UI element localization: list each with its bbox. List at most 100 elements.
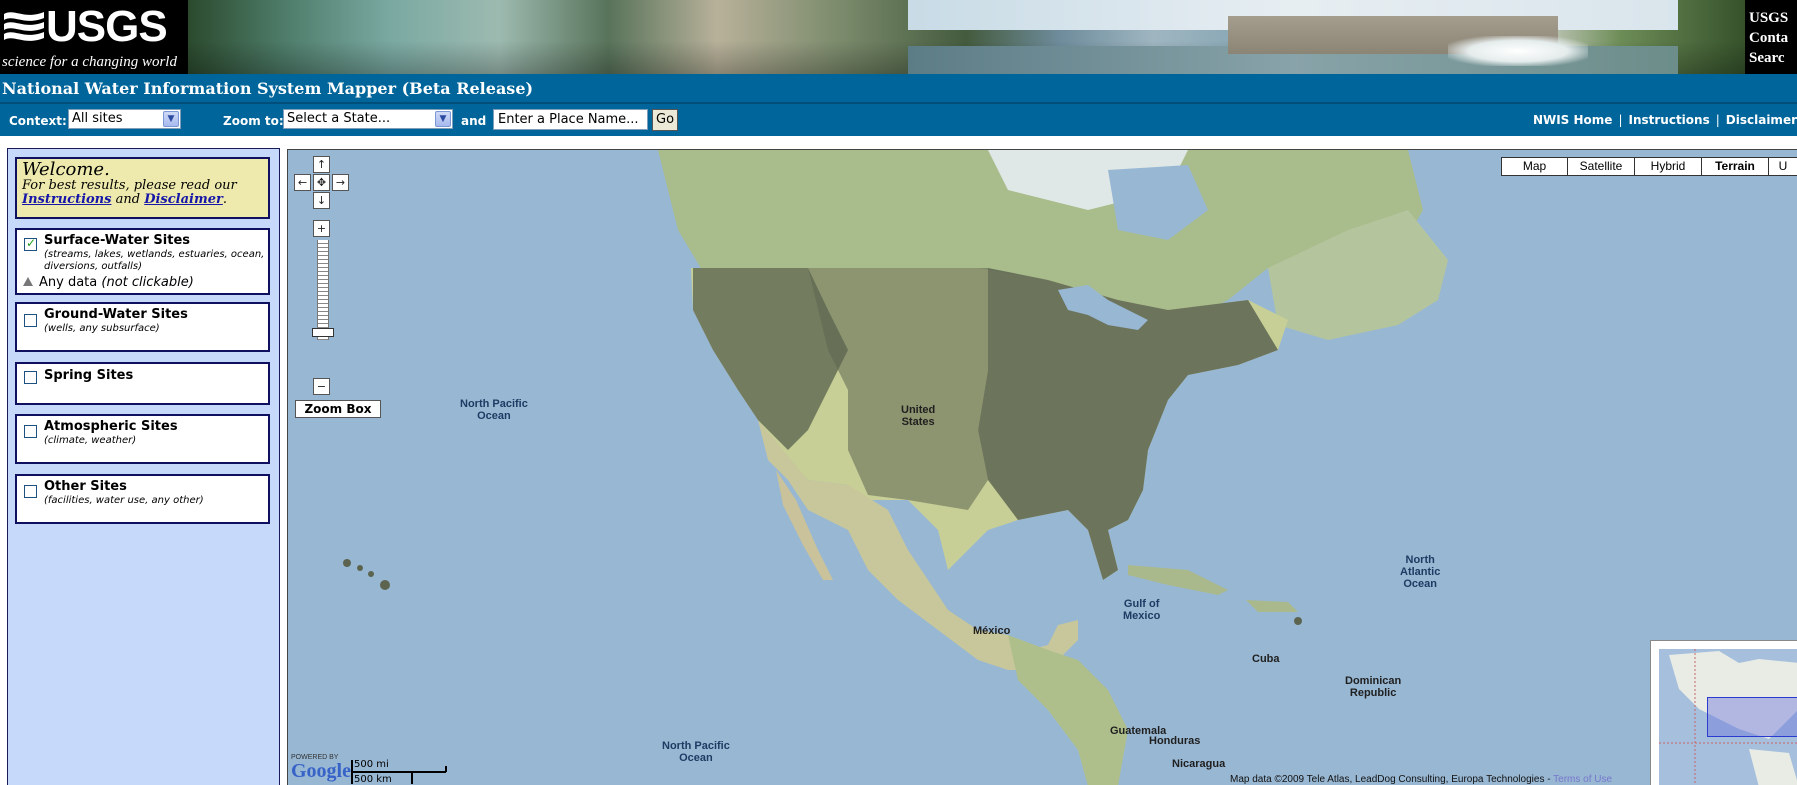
atmospheric-title: Atmospheric Sites — [44, 419, 178, 434]
welcome-heading: Welcome. — [22, 159, 110, 180]
google-wordmark: Google — [291, 760, 351, 782]
ground-water-panel[interactable]: Ground-Water Sites (wells, any subsurfac… — [15, 302, 270, 352]
scale-mi: 500 mi — [354, 759, 389, 770]
context-select-value: All sites — [72, 111, 123, 126]
land-central-america — [1008, 635, 1128, 785]
atmospheric-checkbox[interactable] — [24, 425, 37, 438]
land-hawaii-2 — [357, 565, 363, 571]
map-canvas[interactable]: North Pacific Ocean United States North Atl… — [287, 149, 1797, 785]
banner-spillway — [1448, 36, 1588, 66]
surface-water-checkbox[interactable] — [24, 236, 37, 251]
state-select-value: Select a State... — [287, 111, 391, 126]
map-type-satellite[interactable]: Satellite — [1567, 157, 1635, 176]
pan-center-icon[interactable]: ✥ — [313, 174, 330, 191]
title-bar: National Water Information System Mapper… — [0, 74, 1797, 104]
spring-checkbox[interactable] — [24, 371, 37, 384]
pan-left-icon[interactable]: ← — [294, 174, 311, 191]
welcome-panel: Welcome. For best results, please read o… — [15, 157, 270, 219]
and-label: and — [461, 114, 487, 128]
pan-up-icon[interactable]: ↑ — [313, 156, 330, 173]
scale-km: 500 km — [354, 774, 392, 785]
welcome-period: . — [222, 192, 227, 207]
disclaimer-link-inline[interactable]: Disclaimer — [144, 192, 223, 207]
context-label: Context: — [9, 114, 67, 128]
other-title: Other Sites — [44, 479, 127, 494]
welcome-text: For best results, please read our Instru… — [22, 179, 263, 207]
link-separator: | — [1618, 113, 1623, 127]
ground-water-title: Ground-Water Sites — [44, 307, 188, 322]
zoom-out-icon[interactable]: − — [313, 378, 330, 395]
spring-panel[interactable]: Spring Sites — [15, 362, 270, 405]
state-select[interactable]: Select a State... ▼ — [283, 109, 453, 129]
banner-link-search[interactable]: Searc — [1749, 48, 1797, 68]
map-attribution-text: Map data ©2009 Tele Atlas, LeadDog Consu… — [1230, 774, 1554, 785]
link-separator: | — [1715, 113, 1720, 127]
atmospheric-panel[interactable]: Atmospheric Sites (climate, weather) — [15, 414, 270, 464]
overview-map[interactable] — [1650, 640, 1797, 785]
nwis-home-link[interactable]: NWIS Home — [1533, 113, 1613, 127]
welcome-and: and — [115, 192, 141, 207]
usgs-banner: USGS science for a changing world USGS C… — [0, 0, 1797, 74]
label-nicaragua: Nicaragua — [1172, 758, 1226, 770]
nav-links: NWIS Home | Instructions | Disclaimer — [1533, 113, 1797, 127]
land-hawaii-3 — [368, 571, 374, 577]
go-button[interactable]: Go — [652, 109, 679, 131]
instructions-link-inline[interactable]: Instructions — [22, 192, 111, 207]
terms-of-use-link[interactable]: Terms of Use — [1553, 774, 1612, 785]
usgs-wave-icon — [4, 12, 44, 41]
label-north-pacific-ocean-south: North Pacific Ocean — [662, 740, 730, 764]
triangle-icon — [23, 277, 33, 286]
usgs-logo[interactable]: USGS science for a changing world — [0, 0, 188, 74]
overview-land-south — [1749, 749, 1797, 785]
header-spacer — [0, 136, 1797, 148]
other-panel[interactable]: Other Sites (facilities, water use, any … — [15, 474, 270, 524]
surface-water-desc: (streams, lakes, wetlands, estuaries, oc… — [44, 249, 265, 272]
map-type-control: Map Satellite Hybrid Terrain U — [1501, 157, 1797, 176]
google-logo[interactable]: POWERED BY Google — [291, 754, 351, 781]
other-desc: (facilities, water use, any other) — [44, 495, 204, 506]
pan-right-icon[interactable]: → — [332, 174, 349, 191]
map-type-terrain[interactable]: Terrain — [1701, 157, 1769, 176]
usgs-tagline: science for a changing world — [2, 54, 177, 70]
terrain-map — [343, 150, 1448, 785]
ground-water-desc: (wells, any subsurface) — [44, 323, 160, 334]
welcome-text-intro: For best results, please read our — [22, 178, 237, 193]
not-clickable-note: (not clickable) — [101, 275, 194, 290]
chevron-down-icon[interactable]: ▼ — [435, 111, 451, 127]
spring-title: Spring Sites — [44, 368, 134, 383]
context-toolbar: Context: All sites ▼ Zoom to: Select a S… — [0, 104, 1797, 136]
overview-map-canvas — [1659, 649, 1797, 785]
other-checkbox[interactable] — [24, 485, 37, 498]
land-hawaii-4 — [380, 580, 390, 590]
overview-viewport[interactable] — [1707, 697, 1797, 737]
chevron-down-icon[interactable]: ▼ — [163, 111, 179, 127]
surface-water-panel[interactable]: Surface-Water Sites (streams, lakes, wet… — [15, 228, 270, 295]
label-honduras: Honduras — [1149, 735, 1201, 747]
label-cuba: Cuba — [1252, 653, 1280, 665]
zoom-slider-track[interactable] — [317, 240, 329, 340]
banner-photo-strip — [188, 0, 1745, 74]
disclaimer-link[interactable]: Disclaimer — [1726, 113, 1797, 127]
land-cuba — [1128, 565, 1228, 595]
banner-link-usgs[interactable]: USGS — [1749, 8, 1797, 28]
land-hispaniola — [1246, 600, 1298, 612]
pan-down-icon[interactable]: ↓ — [313, 192, 330, 209]
banner-link-contact[interactable]: Conta — [1749, 28, 1797, 48]
banner-right-links: USGS Conta Searc — [1745, 0, 1797, 74]
zoom-slider-thumb[interactable] — [312, 328, 334, 337]
map-type-more[interactable]: U — [1768, 157, 1797, 176]
atmospheric-desc: (climate, weather) — [44, 435, 137, 446]
context-select[interactable]: All sites ▼ — [68, 109, 181, 129]
label-north-pacific-ocean: North Pacific Ocean — [460, 398, 528, 422]
zoom-in-icon[interactable]: + — [313, 220, 330, 237]
label-mexico: México — [973, 625, 1011, 637]
any-data-legend: Any data (not clickable) — [23, 275, 194, 290]
place-name-input[interactable]: Enter a Place Name... — [493, 109, 648, 130]
zoom-box-button[interactable]: Zoom Box — [295, 400, 381, 418]
instructions-link[interactable]: Instructions — [1628, 113, 1709, 127]
map-type-map[interactable]: Map — [1501, 157, 1568, 176]
label-dominican-republic: Dominican Republic — [1345, 675, 1402, 699]
ground-water-checkbox[interactable] — [24, 314, 37, 327]
surface-water-title: Surface-Water Sites — [44, 233, 190, 248]
map-type-hybrid[interactable]: Hybrid — [1634, 157, 1702, 176]
